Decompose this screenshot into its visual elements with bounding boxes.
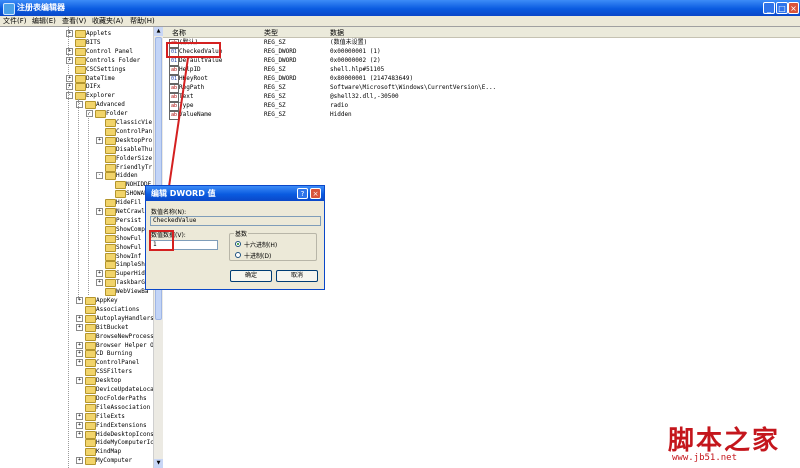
watermark-url: www.jb51.net <box>672 453 738 463</box>
watermark: 脚本之家 www.jb51.net <box>668 420 781 463</box>
radio-decimal[interactable] <box>235 252 241 258</box>
ok-button[interactable]: 确定 <box>230 270 272 282</box>
radio-decimal-label: 十进制(D) <box>244 253 272 260</box>
annotation-arrow <box>158 57 189 238</box>
value-name-label: 数值名称(N): <box>151 209 187 216</box>
value-name-field: CheckedValue <box>150 216 321 226</box>
highlight-value-data <box>149 230 174 251</box>
dialog-close-button[interactable]: × <box>310 188 321 199</box>
dialog-title: 编辑 DWORD 值 <box>151 189 216 198</box>
watermark-text: 脚本之家 <box>668 426 781 456</box>
radio-hex[interactable] <box>235 241 241 247</box>
base-group-label: 基数 <box>234 229 249 238</box>
radio-hex-label: 十六进制(H) <box>244 242 278 249</box>
cancel-button[interactable]: 取消 <box>276 270 318 282</box>
dialog-title-bar: 编辑 DWORD 值 ? × <box>146 186 324 201</box>
dialog-help-button[interactable]: ? <box>297 188 308 199</box>
